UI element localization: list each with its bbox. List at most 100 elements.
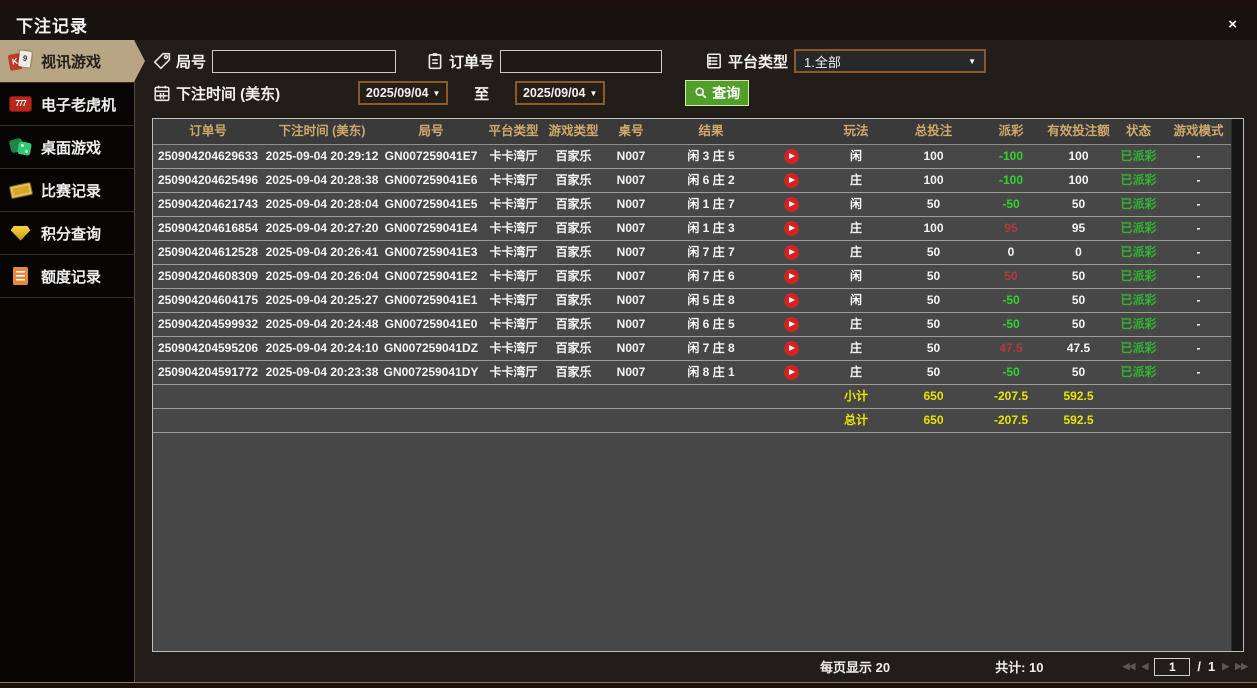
close-icon[interactable]: × xyxy=(1224,16,1241,33)
table-header-row: 订单号下注时间 (美东)局号平台类型游戏类型桌号结果玩法总投注派彩有效投注额状态… xyxy=(153,119,1231,145)
cell-game-mode: - xyxy=(1166,193,1231,216)
column-header: 桌号 xyxy=(601,119,661,144)
total-payout: -207.5 xyxy=(976,409,1046,432)
records-table: 订单号下注时间 (美东)局号平台类型游戏类型桌号结果玩法总投注派彩有效投注额状态… xyxy=(152,118,1244,652)
cell-bet-time: 2025-09-04 20:26:41 xyxy=(263,241,381,264)
order-no-input[interactable] xyxy=(500,50,662,73)
cell-result: 闲 7 庄 7 xyxy=(661,241,761,264)
play-video-icon[interactable] xyxy=(784,293,799,308)
table-row: 2509042046083092025-09-04 20:26:04GN0072… xyxy=(153,265,1231,289)
video-cell xyxy=(761,361,821,384)
cell-bet-time: 2025-09-04 20:24:48 xyxy=(263,313,381,336)
cell-game-mode: - xyxy=(1166,289,1231,312)
sidebar-item-video-games[interactable]: K9 视讯游戏 xyxy=(0,40,134,83)
play-video-icon[interactable] xyxy=(784,365,799,380)
table-row: 2509042045917722025-09-04 20:23:38GN0072… xyxy=(153,361,1231,385)
first-page-icon[interactable]: ◀◀ xyxy=(1123,661,1135,672)
cell-order-no: 250904204599932 xyxy=(153,313,263,336)
cell-order-no: 250904204591772 xyxy=(153,361,263,384)
cell-valid-bet: 95 xyxy=(1046,217,1111,240)
total-pages-label: 1 xyxy=(1208,659,1215,674)
total-total-bet: 650 xyxy=(891,409,976,432)
table-row: 2509042045952062025-09-04 20:24:10GN0072… xyxy=(153,337,1231,361)
total-row: 总计 650 -207.5 592.5 xyxy=(153,409,1231,433)
cell-bet-time: 2025-09-04 20:26:04 xyxy=(263,265,381,288)
sidebar-item-table-games[interactable]: 桌面游戏 xyxy=(0,126,134,169)
cell-order-no: 250904204629633 xyxy=(153,145,263,168)
cell-platform: 卡卡湾厅 xyxy=(481,241,546,264)
cell-table-no: N007 xyxy=(601,145,661,168)
date-from-picker[interactable]: 2025/09/04 ▼ xyxy=(358,81,448,105)
sidebar-item-quota-records[interactable]: 额度记录 xyxy=(0,255,134,298)
play-video-icon[interactable] xyxy=(784,269,799,284)
cell-bet-time: 2025-09-04 20:29:12 xyxy=(263,145,381,168)
prev-page-icon[interactable]: ◀ xyxy=(1141,661,1147,672)
subtotal-row: 小计 650 -207.5 592.5 xyxy=(153,385,1231,409)
cell-order-no: 250904204608309 xyxy=(153,265,263,288)
sidebar-item-match-records[interactable]: 比赛记录 xyxy=(0,169,134,212)
cell-platform: 卡卡湾厅 xyxy=(481,313,546,336)
cell-play: 闲 xyxy=(821,289,891,312)
sidebar-item-label: 视讯游戏 xyxy=(41,51,101,72)
table-row: 2509042046125282025-09-04 20:26:41GN0072… xyxy=(153,241,1231,265)
cell-game-type: 百家乐 xyxy=(546,337,601,360)
cell-status: 已派彩 xyxy=(1111,169,1166,192)
column-header: 有效投注额 xyxy=(1046,119,1111,144)
cell-total-bet: 50 xyxy=(891,193,976,216)
cell-platform: 卡卡湾厅 xyxy=(481,265,546,288)
date-to-picker[interactable]: 2025/09/04 ▼ xyxy=(515,81,605,105)
page-number-input[interactable] xyxy=(1154,658,1190,676)
order-no-label: 订单号 xyxy=(449,51,494,72)
cell-status: 已派彩 xyxy=(1111,361,1166,384)
play-video-icon[interactable] xyxy=(784,245,799,260)
cell-play: 庄 xyxy=(821,313,891,336)
round-no-input[interactable] xyxy=(212,50,396,73)
cell-payout: -50 xyxy=(976,193,1046,216)
table-scrollbar[interactable] xyxy=(1231,119,1243,651)
cell-game-mode: - xyxy=(1166,313,1231,336)
cell-total-bet: 100 xyxy=(891,145,976,168)
cell-round-no: GN007259041E0 xyxy=(381,313,481,336)
sidebar-item-label: 比赛记录 xyxy=(41,180,101,201)
subtotal-total-bet: 650 xyxy=(891,385,976,408)
list-icon xyxy=(705,52,723,70)
date-from-value: 2025/09/04 xyxy=(366,86,429,100)
cell-status: 已派彩 xyxy=(1111,217,1166,240)
cell-total-bet: 100 xyxy=(891,217,976,240)
query-button[interactable]: 查询 xyxy=(685,80,749,106)
platform-type-label: 平台类型 xyxy=(728,51,788,72)
video-cell xyxy=(761,337,821,360)
play-video-icon[interactable] xyxy=(784,197,799,212)
chevron-down-icon: ▼ xyxy=(590,89,598,98)
sidebar-item-points-query[interactable]: 积分查询 xyxy=(0,212,134,255)
table-row: 2509042045999322025-09-04 20:24:48GN0072… xyxy=(153,313,1231,337)
play-video-icon[interactable] xyxy=(784,221,799,236)
slot-777-icon: 777 xyxy=(7,92,34,117)
play-video-icon[interactable] xyxy=(784,317,799,332)
bet-records-dialog: 下注记录 × K9视讯游戏777电子老虎机桌面游戏比赛记录积分查询额度记录 局号… xyxy=(0,8,1257,683)
table-row: 2509042046254962025-09-04 20:28:38GN0072… xyxy=(153,169,1231,193)
play-video-icon[interactable] xyxy=(784,173,799,188)
cell-play: 闲 xyxy=(821,193,891,216)
diamond-icon xyxy=(7,221,34,246)
cell-result: 闲 7 庄 8 xyxy=(661,337,761,360)
sidebar-item-label: 桌面游戏 xyxy=(41,137,101,158)
cell-payout: -50 xyxy=(976,289,1046,312)
cell-valid-bet: 47.5 xyxy=(1046,337,1111,360)
cell-status: 已派彩 xyxy=(1111,193,1166,216)
sidebar-item-slot-machines[interactable]: 777电子老虎机 xyxy=(0,83,134,126)
next-page-icon[interactable]: ▶ xyxy=(1222,661,1228,672)
play-video-icon[interactable] xyxy=(784,341,799,356)
play-video-icon[interactable] xyxy=(784,149,799,164)
column-header: 状态 xyxy=(1111,119,1166,144)
last-page-icon[interactable]: ▶▶ xyxy=(1235,661,1247,672)
cell-bet-time: 2025-09-04 20:28:04 xyxy=(263,193,381,216)
cell-game-mode: - xyxy=(1166,337,1231,360)
cell-play: 闲 xyxy=(821,265,891,288)
search-icon xyxy=(694,86,708,100)
platform-type-select[interactable]: 1.全部 ▼ xyxy=(794,49,986,73)
cards-icon: K9 xyxy=(7,49,34,74)
column-header: 玩法 xyxy=(821,119,891,144)
video-cell xyxy=(761,169,821,192)
per-page-label: 每页显示 20 xyxy=(820,657,890,676)
